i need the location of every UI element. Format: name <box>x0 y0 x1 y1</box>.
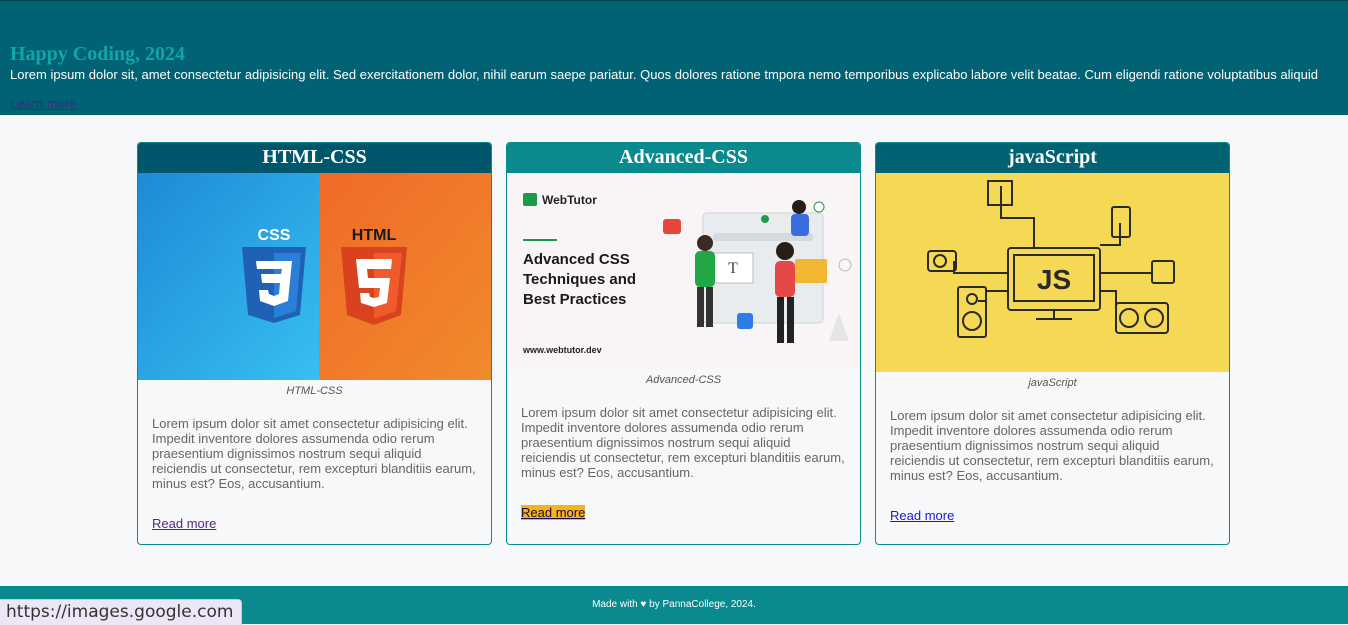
read-more-link[interactable]: Read more <box>152 516 216 531</box>
headline-line-1: Advanced CSS <box>523 251 630 268</box>
checkbox-icon <box>737 313 753 329</box>
site-url: www.webtutor.dev <box>522 345 602 355</box>
card-image: JS <box>876 173 1229 372</box>
card-body-text: Lorem ipsum dolor sit amet consectetur a… <box>521 405 845 480</box>
javascript-illustration: JS <box>876 173 1229 372</box>
card-caption: HTML-CSS <box>286 385 343 397</box>
html-badge-text: HTML <box>352 227 397 244</box>
image-icon <box>795 259 827 283</box>
card-image: WebTutor Advanced CSS Techniques and Bes… <box>507 173 860 369</box>
css-badge-text: CSS <box>258 227 291 244</box>
headline-line-2: Techniques and <box>523 271 636 288</box>
card-title: HTML-CSS <box>138 143 491 173</box>
page-title: Happy Coding, 2024 <box>10 43 186 65</box>
html-css-illustration: CSS HTML <box>138 173 491 380</box>
header-description: Lorem ipsum dolor sit, amet consectetur … <box>10 67 1318 82</box>
header-banner: Happy Coding, 2024 Lorem ipsum dolor sit… <box>0 0 1348 115</box>
link-status-bar: https://images.google.com <box>0 599 243 625</box>
card-image: CSS HTML <box>138 173 491 380</box>
learn-more-link[interactable]: Learn more <box>10 96 76 111</box>
js-chip-label: JS <box>1037 264 1071 295</box>
card-caption: Advanced-CSS <box>645 374 722 386</box>
card-html-css: HTML-CSS CSS HTML HTML-CSS Lorem ipsum d… <box>137 142 492 545</box>
read-more-link[interactable]: Read more <box>521 505 586 520</box>
card-caption: javaScript <box>1028 377 1077 389</box>
card-body-text: Lorem ipsum dolor sit amet consectetur a… <box>890 408 1214 483</box>
svg-text:T: T <box>728 260 738 277</box>
webtutor-logo-icon <box>523 193 537 206</box>
code-icon <box>663 219 681 234</box>
card-body-text: Lorem ipsum dolor sit amet consectetur a… <box>152 416 476 491</box>
card-title: Advanced-CSS <box>507 143 860 173</box>
read-more-link[interactable]: Read more <box>890 508 954 523</box>
card-javascript: javaScript JS javaScript Lorem ipsum dol… <box>875 142 1230 545</box>
footer-text: Made with ♥ by PannaCollege, 2024. <box>592 599 756 610</box>
card-advanced-css: Advanced-CSS WebTutor Advanced CSS Techn… <box>506 142 861 545</box>
advanced-css-illustration: WebTutor Advanced CSS Techniques and Bes… <box>507 173 860 369</box>
headline-line-3: Best Practices <box>523 291 626 308</box>
brand-name: WebTutor <box>542 193 597 207</box>
card-title: javaScript <box>876 143 1229 173</box>
